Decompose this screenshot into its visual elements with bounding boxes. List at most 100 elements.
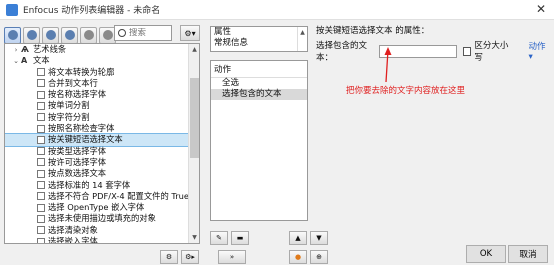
settings-dropdown-button[interactable]: ⚙▾	[180, 25, 200, 41]
action-item-select-containing-text[interactable]: 选择包含的文本	[211, 89, 307, 100]
library-add-button[interactable]: ⚙▸	[181, 250, 199, 264]
tree-item[interactable]: 选择嵌入字体	[5, 236, 199, 244]
close-icon[interactable]: ✕	[536, 2, 546, 16]
action-icon	[37, 158, 45, 167]
tree-item[interactable]: 按许可选择字体	[5, 157, 199, 168]
action-icon	[37, 169, 45, 178]
edit-action-button[interactable]: ✎	[210, 231, 228, 245]
tree-item[interactable]: 选择标准的 14 套字体	[5, 180, 199, 191]
action-icon	[37, 68, 45, 77]
record-button[interactable]: ●	[289, 250, 307, 264]
image-icon	[102, 30, 113, 40]
action-icon	[37, 181, 45, 190]
info-item-properties[interactable]: 属性	[211, 27, 307, 38]
tree-item[interactable]: 将文本转换为轮廓	[5, 67, 199, 78]
action-icon	[37, 147, 45, 156]
run-buttons: »	[218, 250, 246, 264]
cancel-button[interactable]: 取消	[508, 245, 548, 263]
action-library-tree[interactable]: › Ѧ 艺术线条 ⌄ A 文本 将文本转换为轮廓 合并到文本行 按名称选择字体 按单词分割 按字符分…	[4, 43, 200, 244]
tree-item-label: 将文本转换为轮廓	[48, 66, 115, 77]
tree-item[interactable]: 选择清染对象	[5, 225, 199, 236]
actions-header: 动作	[211, 61, 307, 78]
tree-item[interactable]: 合并到文本行	[5, 78, 199, 89]
move-down-button[interactable]: ▼	[310, 231, 328, 245]
info-scroll-icon[interactable]: ▲	[297, 27, 307, 51]
filter-page-button[interactable]	[42, 26, 59, 44]
tree-item-label: 按字符分割	[48, 111, 90, 122]
action-icon	[37, 135, 45, 144]
tree-item[interactable]: 按类型选择字体	[5, 146, 199, 157]
tree-item-label: 按照名称检查字体	[48, 123, 115, 134]
tree-folder[interactable]: › Ѧ 艺术线条	[5, 44, 199, 55]
filter-object-button[interactable]	[61, 26, 78, 44]
search-input[interactable]	[129, 28, 169, 38]
tree-rows: › Ѧ 艺术线条 ⌄ A 文本 将文本转换为轮廓 合并到文本行 按名称选择字体 按单词分割 按字符分…	[5, 44, 199, 244]
tree-folder-label: 艺术线条	[33, 44, 67, 54]
tree-item-label: 按许可选择字体	[48, 156, 107, 167]
scroll-up-icon[interactable]: ▲	[189, 44, 199, 55]
tree-item-label: 选择标准的 14 套字体	[48, 179, 131, 190]
category-icon: A	[21, 55, 28, 65]
action-icon	[37, 101, 45, 110]
object-icon	[64, 30, 75, 40]
tree-item-label: 合并到文本行	[48, 77, 98, 88]
expand-chevron-icon[interactable]: ›	[11, 45, 21, 55]
action-icon	[37, 237, 45, 243]
run-button[interactable]: »	[218, 250, 246, 264]
tree-item[interactable]: 选择 OpenType 嵌入字体	[5, 202, 199, 213]
tree-item-label: 选择清染对象	[48, 224, 98, 235]
expand-chevron-icon[interactable]: ⌄	[11, 56, 21, 66]
tree-scrollbar[interactable]: ▲ ▼	[188, 44, 199, 243]
category-icon: Ѧ	[21, 44, 29, 54]
tree-item-label: 按点数选择文本	[48, 168, 107, 179]
action-icon	[37, 113, 45, 122]
title-bar: Enfocus 动作列表编辑器 - 未命名 ✕	[0, 0, 554, 19]
tree-item[interactable]: 按点数选择文本	[5, 168, 199, 179]
tree-item-label: 按单词分割	[48, 100, 90, 111]
sequence-panel: 属性 常规信息 ▲ 动作 全选 选择包含的文本	[210, 26, 308, 221]
tree-item-label: 选择不符合 PDF/X-4 配置文件的 TrueT…	[48, 190, 199, 201]
info-item-general[interactable]: 常规信息	[211, 38, 307, 49]
library-settings-button[interactable]: ⚙	[160, 250, 178, 264]
tree-item[interactable]: 按单词分割	[5, 100, 199, 111]
action-icon	[37, 124, 45, 133]
action-icon	[37, 192, 45, 201]
tree-item-label: 选择 OpenType 嵌入字体	[48, 202, 145, 213]
tree-item[interactable]: 按照名称检查字体	[5, 123, 199, 134]
scroll-down-icon[interactable]: ▼	[189, 232, 199, 243]
tree-folder[interactable]: ⌄ A 文本	[5, 55, 199, 66]
info-list[interactable]: 属性 常规信息 ▲	[210, 26, 308, 52]
ok-button[interactable]: OK	[466, 245, 506, 263]
filter-all-button[interactable]	[4, 26, 21, 44]
globe-icon	[7, 30, 18, 40]
add-action-button[interactable]: ⊕	[310, 250, 328, 264]
properties-panel: 按关键短语选择文本 的属性： 选择包含的文本： 区分大小写 动作 ▾ 把你要去除…	[316, 24, 550, 224]
tree-item-label: 按名称选择字体	[48, 89, 107, 100]
sequence-buttons-right: ▲ ▼	[289, 231, 328, 245]
library-buttons: ⚙ ⚙▸	[160, 250, 199, 264]
move-up-button[interactable]: ▲	[289, 231, 307, 245]
filter-text-button[interactable]	[80, 26, 97, 44]
action-item-select-all[interactable]: 全选	[211, 78, 307, 89]
action-icon	[37, 79, 45, 88]
annotation-arrow	[384, 47, 392, 83]
window-title: Enfocus 动作列表编辑器 - 未命名	[23, 6, 161, 16]
editor-window: ⚙▾ ›Ѧ艺术线条⌄A文本将文本转换为轮廓合并到文本行按名称选择字体按单词分割按…	[0, 19, 554, 265]
tree-item[interactable]: 选择未使用描边或填充的对象	[5, 213, 199, 224]
tree-item-label: 按关键短语选择文本	[48, 134, 123, 145]
action-icon	[37, 214, 45, 223]
remove-action-button[interactable]: ▬	[231, 231, 249, 245]
tree-item-label: 选择嵌入字体	[48, 236, 98, 244]
sequence-buttons-left: ✎ ▬	[210, 231, 249, 245]
tree-item[interactable]: 按名称选择字体	[5, 89, 199, 100]
actions-list[interactable]: 动作 全选 选择包含的文本	[210, 60, 308, 221]
tree-folder-label: 文本	[33, 55, 50, 66]
search-box[interactable]	[114, 25, 172, 41]
document-icon	[26, 30, 37, 40]
tree-item[interactable]: 按关键短语选择文本	[5, 133, 199, 147]
filter-document-button[interactable]	[23, 26, 40, 44]
tree-item[interactable]: 选择不符合 PDF/X-4 配置文件的 TrueT…	[5, 191, 199, 202]
tree-item[interactable]: 按字符分割	[5, 112, 199, 123]
scroll-thumb[interactable]	[190, 78, 199, 158]
action-icon	[37, 90, 45, 99]
